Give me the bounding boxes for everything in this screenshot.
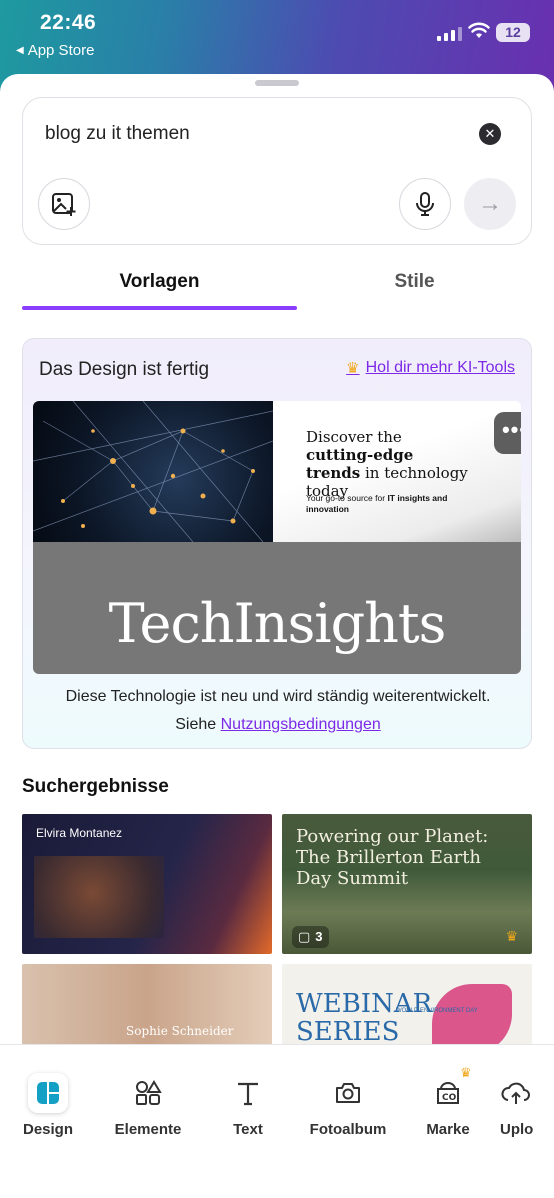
upsell-link-label: Hol dir mehr KI-Tools [365, 359, 515, 376]
nav-marke[interactable]: CO Marke [403, 1073, 493, 1138]
thumb-title: WEBINAR SERIES [296, 989, 433, 1047]
terms-line: Siehe Nutzungsbedingungen [175, 716, 381, 733]
ai-sheet: blog zu it themen ✕ → Vorlagen Stile Das… [0, 74, 554, 1198]
nav-label: Design [22, 1121, 73, 1138]
bottom-nav: Design Elemente Text Fotoalbum CO Marke [0, 1044, 554, 1198]
active-tab-indicator [22, 306, 297, 310]
upsell-link[interactable]: ♛ Hol dir mehr KI-Tools [346, 359, 515, 377]
add-image-button[interactable] [38, 178, 90, 230]
more-options-button[interactable]: ••• [494, 412, 521, 454]
thumb-name: Sophie Schneider [126, 1024, 234, 1038]
back-label: App Store [27, 42, 95, 59]
crown-icon: ♛ [346, 360, 360, 377]
search-results-title: Suchergebnisse [22, 776, 169, 797]
add-image-icon [52, 193, 76, 216]
status-bar: 22:46 ◀ App Store 12 [0, 0, 554, 70]
network-image [33, 401, 274, 543]
clock: 22:46 [40, 11, 97, 34]
tab-bar: Vorlagen Stile [22, 264, 532, 312]
prompt-box: blog zu it themen ✕ → [22, 97, 532, 245]
microphone-icon [416, 192, 434, 216]
design-preview[interactable]: Discover the cutting-edge trends in tech… [33, 401, 521, 674]
brand-name: TechInsights [108, 592, 447, 655]
submit-button[interactable]: → [464, 178, 516, 230]
battery-indicator: 12 [496, 23, 530, 42]
nav-label: Uplo [500, 1121, 534, 1138]
disclaimer-text: Diese Technologie ist neu und wird ständ… [65, 688, 491, 705]
network-graphic [33, 401, 274, 543]
nav-upload[interactable]: Uplo [500, 1073, 554, 1138]
back-arrow-icon: ◀ [16, 45, 24, 56]
page-count-badge: ▢ 3 [292, 926, 329, 948]
text-icon [203, 1073, 293, 1113]
hero-subline: Your go-to source for IT insights and in… [306, 493, 448, 514]
nav-label: Fotoalbum [309, 1121, 387, 1138]
tab-vorlagen[interactable]: Vorlagen [22, 264, 297, 300]
microphone-button[interactable] [399, 178, 451, 230]
wifi-icon [468, 22, 490, 38]
signal-icon [437, 25, 462, 41]
nav-elemente[interactable]: Elemente [103, 1073, 193, 1138]
generated-design-card: Das Design ist fertig ♛ Hol dir mehr KI-… [22, 338, 532, 749]
nav-text[interactable]: Text [203, 1073, 293, 1138]
premium-crown-icon: ♛ [460, 1065, 472, 1080]
nav-design[interactable]: Design [3, 1073, 93, 1138]
nav-label: Text [233, 1121, 263, 1138]
hero-headline: Discover the cutting-edge trends in tech… [306, 428, 468, 500]
back-to-app-store[interactable]: ◀ App Store [16, 42, 94, 59]
brand-banner: TechInsights [33, 542, 521, 674]
template-thumbnail[interactable]: Powering our Planet: The Brillerton Eart… [282, 814, 532, 954]
sheet-grabber[interactable] [255, 80, 299, 86]
clear-icon[interactable]: ✕ [479, 123, 501, 145]
hero-text-panel: Discover the cutting-edge trends in tech… [273, 401, 521, 542]
tab-stile[interactable]: Stile [277, 264, 552, 300]
brand-icon: CO [403, 1073, 493, 1113]
terms-link[interactable]: Nutzungsbedingungen [221, 716, 381, 733]
thumb-name: Elvira Montanez [36, 826, 123, 840]
thumb-photo [34, 856, 164, 938]
nav-fotoalbum[interactable]: Fotoalbum [303, 1073, 393, 1138]
thumb-subtitle: WORLD ENVIRONMENT DAY [396, 1008, 478, 1014]
arrow-right-icon: → [478, 190, 502, 217]
pages-icon: ▢ [298, 929, 311, 944]
prompt-input[interactable]: blog zu it themen [45, 123, 190, 145]
ai-disclaimer: Diese Technologie ist neu und wird ständ… [23, 683, 533, 739]
premium-crown-icon: ♛ [505, 928, 518, 944]
shapes-icon [103, 1073, 193, 1113]
card-title: Das Design ist fertig [39, 359, 210, 380]
svg-text:CO: CO [442, 1093, 457, 1103]
thumb-title: Powering our Planet: The Brillerton Eart… [296, 826, 489, 889]
nav-label: Elemente [114, 1121, 182, 1138]
cloud-upload-icon [500, 1073, 554, 1113]
camera-icon [303, 1073, 393, 1113]
design-icon [28, 1073, 68, 1113]
template-thumbnail[interactable]: Elvira Montanez [22, 814, 272, 954]
nav-label: Marke [426, 1121, 470, 1138]
